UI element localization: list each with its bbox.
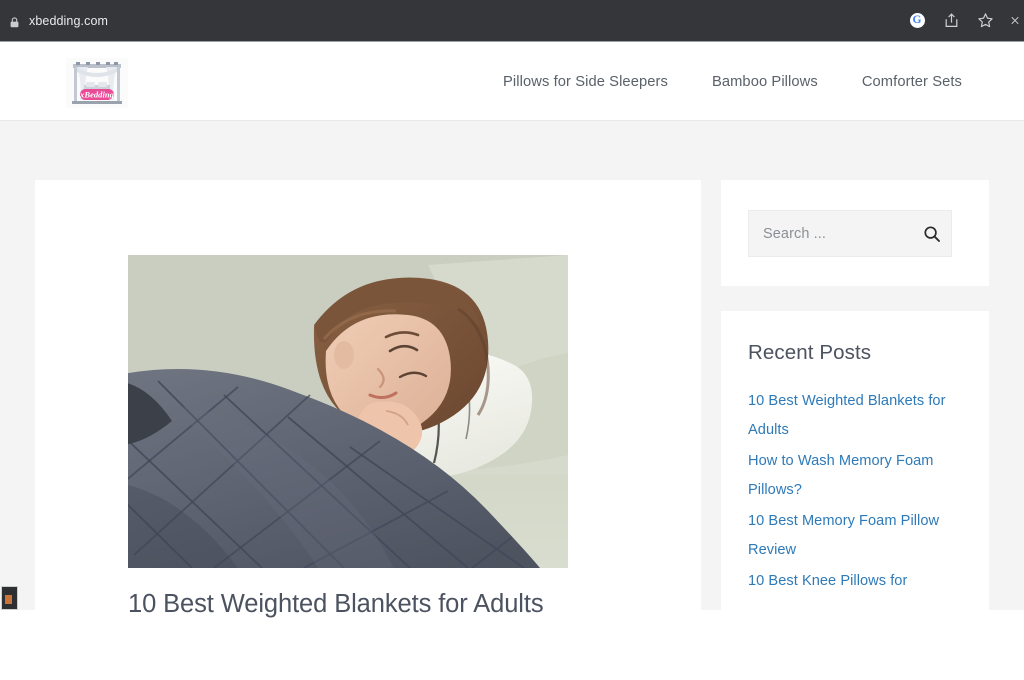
recent-post-link-3[interactable]: 10 Best Memory Foam Pillow Review (748, 507, 962, 565)
site-header: xBedding Pillows for Side Sleepers Bambo… (0, 43, 1024, 121)
nav-item-pillows-for-side-sleepers[interactable]: Pillows for Side Sleepers (503, 74, 668, 90)
browser-actions: G (908, 0, 1024, 41)
search-box[interactable]: Search ... (748, 210, 952, 257)
svg-text:xBedding: xBedding (79, 89, 115, 99)
canopy-bed-logo-icon: xBedding (66, 58, 128, 108)
recent-post-link-4[interactable]: 10 Best Knee Pillows for (748, 567, 962, 596)
recent-post-link-1[interactable]: 10 Best Weighted Blankets for Adults (748, 387, 962, 445)
browser-menu-icon[interactable] (1010, 12, 1020, 30)
floating-share-widget[interactable] (1, 586, 18, 610)
sleeping-woman-illustration (128, 255, 568, 568)
article-card: 10 Best Weighted Blankets for Adults (35, 180, 701, 680)
recent-posts-widget: Recent Posts 10 Best Weighted Blankets f… (721, 311, 989, 622)
article-hero-image[interactable] (128, 255, 568, 568)
article-title[interactable]: 10 Best Weighted Blankets for Adults (128, 588, 668, 621)
sidebar: Search ... Recent Posts 10 Best Weighted… (721, 180, 989, 622)
nav-item-comforter-sets[interactable]: Comforter Sets (862, 74, 962, 90)
bookmark-star-icon[interactable] (976, 12, 994, 30)
site-logo[interactable]: xBedding (66, 58, 128, 108)
search-submit-button[interactable] (913, 211, 951, 256)
page-body: 10 Best Weighted Blankets for Adults Sea… (0, 121, 1024, 680)
search-icon (924, 225, 940, 242)
search-widget: Search ... (721, 180, 989, 286)
nav-item-bamboo-pillows[interactable]: Bamboo Pillows (712, 74, 818, 90)
lock-icon (9, 15, 20, 28)
primary-navigation: Pillows for Side Sleepers Bamboo Pillows… (503, 43, 962, 121)
recent-post-link-2[interactable]: How to Wash Memory Foam Pillows? (748, 447, 962, 505)
browser-chrome: xbedding.com G (0, 0, 1024, 42)
google-account-icon[interactable]: G (908, 12, 926, 30)
search-input[interactable]: Search ... (749, 226, 913, 242)
google-g-glyph: G (909, 13, 925, 28)
address-bar[interactable]: xbedding.com (0, 0, 108, 41)
share-icon[interactable] (942, 12, 960, 30)
recent-posts-title: Recent Posts (748, 341, 872, 364)
url-text: xbedding.com (29, 13, 109, 28)
share-widget-icon (5, 595, 12, 604)
